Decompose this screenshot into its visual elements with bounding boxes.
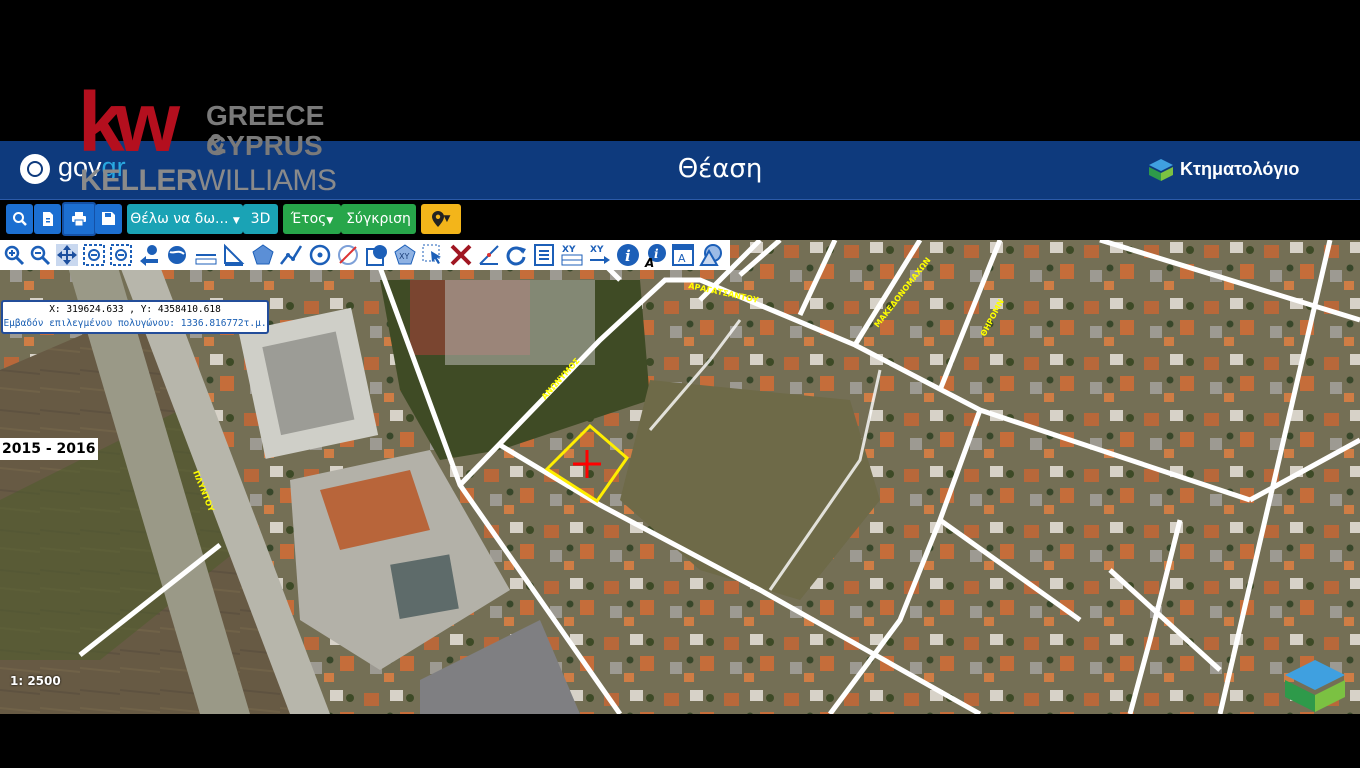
measure-angle-icon[interactable] [222, 243, 246, 267]
text-label-icon[interactable]: A [671, 243, 695, 267]
main-toolbar: Θέλω να δω... ▼ 3D Έτος▼ Σύγκριση ▼ [0, 200, 1360, 240]
svg-text:i: i [654, 247, 659, 261]
kw-mark: kw [78, 75, 180, 169]
kw-name: KELLERWILLIAMS [80, 164, 337, 197]
compare-button[interactable]: Σύγκριση [341, 204, 416, 234]
search-button[interactable] [6, 204, 33, 234]
select-polygon-xy-icon[interactable]: XY [393, 243, 417, 267]
search-icon [12, 212, 27, 226]
svg-text:XY: XY [590, 245, 604, 255]
shapes-draw-icon[interactable] [699, 243, 723, 267]
full-extent-globe-icon[interactable] [165, 243, 189, 267]
selected-polygon-area: Εμβαδόν επιλεγμένου πολυγώνου: 1336.8167… [3, 318, 267, 329]
save-button[interactable] [95, 204, 122, 234]
xy-goto-icon[interactable]: XY [588, 243, 612, 267]
refresh-icon[interactable] [504, 243, 528, 267]
ktimatologio-logo[interactable]: Κτηματολόγιο [1148, 155, 1299, 183]
location-dropdown[interactable]: ▼ [421, 204, 461, 234]
zoom-box-in-icon[interactable] [82, 243, 106, 267]
previous-extent-icon[interactable] [138, 243, 162, 267]
coordinate-readout: X: 319624.633 , Y: 4358410.618 Εμβαδόν ε… [1, 300, 269, 334]
xy-coordinates: X: 319624.633 , Y: 4358410.618 [49, 304, 221, 315]
legend-list-icon[interactable] [532, 243, 556, 267]
print-button[interactable] [62, 202, 96, 236]
bottom-bar [0, 714, 1360, 768]
view-dropdown[interactable]: Θέλω να δω... ▼ [127, 204, 243, 234]
document-button[interactable] [34, 204, 61, 234]
save-icon [102, 212, 115, 225]
ktimatologio-label: Κτηματολόγιο [1180, 159, 1300, 179]
xy-table-icon[interactable]: XY [560, 243, 584, 267]
imagery-year-label: 2015 - 2016 [0, 438, 98, 460]
zoom-in-icon[interactable] [2, 243, 26, 267]
svg-text:i: i [625, 247, 631, 265]
coordinate-tool-icon[interactable] [477, 243, 501, 267]
zoom-box-out-icon[interactable] [109, 243, 133, 267]
keller-williams-logo: kw GREECE & CYPRUS KELLERWILLIAMS [78, 80, 348, 200]
view-dropdown-label: Θέλω να δω... [130, 211, 229, 227]
cadastre-cube-icon [1149, 159, 1173, 182]
kw-name-bold: KELLER [80, 164, 198, 197]
svg-text:XY: XY [399, 252, 409, 261]
clear-measure-icon[interactable] [336, 243, 360, 267]
svg-text:XY: XY [562, 245, 576, 255]
map-tools-bar: XY XY XY i iA A [0, 240, 730, 270]
caret-down-icon: ▼ [232, 216, 240, 226]
kw-name-light: WILLIAMS [197, 164, 337, 197]
draw-line-icon[interactable] [279, 243, 303, 267]
kw-region-line2: CYPRUS [206, 130, 323, 161]
info-icon[interactable]: i [616, 243, 640, 267]
caret-down-icon: ▼ [443, 214, 451, 224]
svg-text:A: A [644, 256, 654, 267]
select-shape-icon[interactable] [365, 243, 389, 267]
zoom-out-icon[interactable] [28, 243, 52, 267]
measure-distance-icon[interactable] [194, 243, 218, 267]
draw-circle-icon[interactable] [308, 243, 332, 267]
map-pin-icon [431, 211, 444, 227]
3d-button[interactable]: 3D [243, 204, 278, 234]
select-arrow-icon[interactable] [421, 243, 445, 267]
caret-down-icon: ▼ [326, 216, 334, 226]
pan-icon[interactable] [55, 243, 79, 267]
clear-selection-icon[interactable] [449, 243, 473, 267]
year-dropdown-label: Έτος [290, 211, 327, 227]
print-icon [72, 212, 86, 227]
info-annotation-icon[interactable]: iA [643, 243, 667, 267]
measure-area-icon[interactable] [251, 243, 275, 267]
svg-text:A: A [678, 252, 686, 265]
year-dropdown[interactable]: Έτος▼ [283, 204, 341, 234]
document-icon [42, 212, 53, 226]
map-scale: 1: 2500 [10, 674, 61, 688]
